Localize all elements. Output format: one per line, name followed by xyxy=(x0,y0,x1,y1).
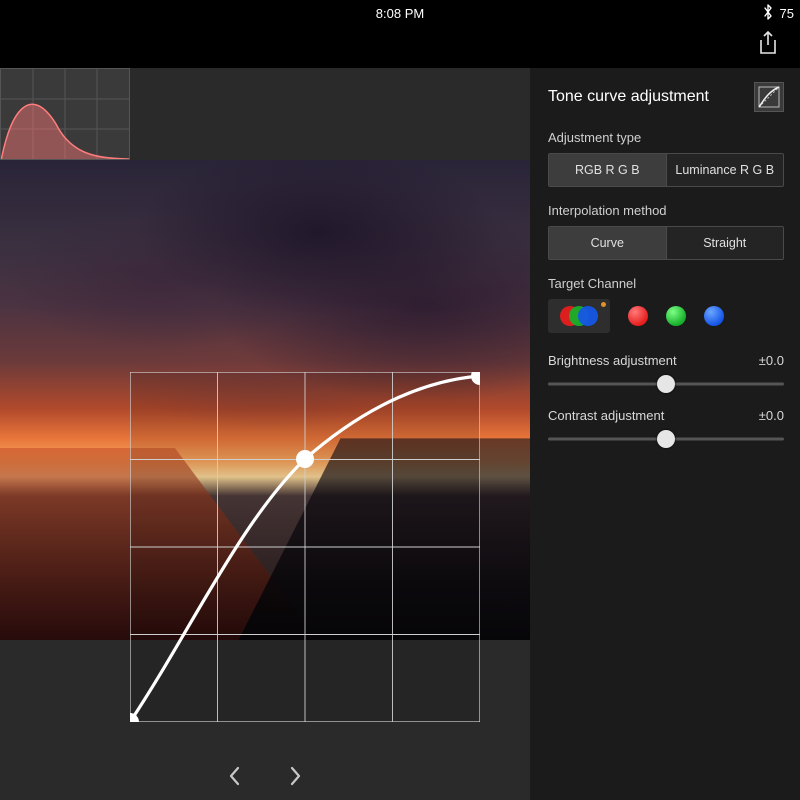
contrast-label: Contrast adjustment xyxy=(548,408,664,423)
edited-indicator-icon xyxy=(601,302,606,307)
status-battery: 75 xyxy=(780,6,794,21)
adjustment-type-luminance[interactable]: Luminance R G B xyxy=(666,154,784,186)
interpolation-segment: Curve Straight xyxy=(548,226,784,260)
interpolation-label: Interpolation method xyxy=(548,203,784,218)
brightness-slider[interactable] xyxy=(548,372,784,396)
curve-point-mid[interactable] xyxy=(296,450,314,468)
brightness-row: Brightness adjustment ±0.0 xyxy=(548,353,784,396)
prev-button[interactable] xyxy=(223,765,245,787)
adjustment-type-rgb[interactable]: RGB R G B xyxy=(549,154,666,186)
panel-title: Tone curve adjustment xyxy=(548,88,709,106)
share-button[interactable] xyxy=(754,30,782,58)
top-toolbar xyxy=(0,26,800,68)
channel-rgb-composite[interactable] xyxy=(548,299,610,333)
status-bar: 8:08 PM 75 xyxy=(0,0,800,26)
bluetooth-icon xyxy=(762,4,774,23)
tone-curve-icon[interactable] xyxy=(754,82,784,112)
brightness-label: Brightness adjustment xyxy=(548,353,677,368)
histogram-thumbnail[interactable] xyxy=(0,68,130,160)
tone-curve-editor[interactable] xyxy=(130,372,480,722)
next-button[interactable] xyxy=(285,765,307,787)
contrast-row: Contrast adjustment ±0.0 xyxy=(548,408,784,451)
adjustment-type-segment: RGB R G B Luminance R G B xyxy=(548,153,784,187)
channel-blue[interactable] xyxy=(704,306,724,326)
contrast-value: ±0.0 xyxy=(759,408,784,423)
channel-red[interactable] xyxy=(628,306,648,326)
status-time: 8:08 PM xyxy=(376,6,424,21)
interpolation-straight[interactable]: Straight xyxy=(666,227,784,259)
brightness-value: ±0.0 xyxy=(759,353,784,368)
target-channel-row xyxy=(548,299,784,333)
image-nav xyxy=(0,752,530,800)
adjustment-type-label: Adjustment type xyxy=(548,130,784,145)
contrast-slider[interactable] xyxy=(548,427,784,451)
interpolation-curve[interactable]: Curve xyxy=(549,227,666,259)
channel-green[interactable] xyxy=(666,306,686,326)
target-channel-label: Target Channel xyxy=(548,276,784,291)
adjustment-panel: Tone curve adjustment Adjustment type RG… xyxy=(530,68,800,800)
